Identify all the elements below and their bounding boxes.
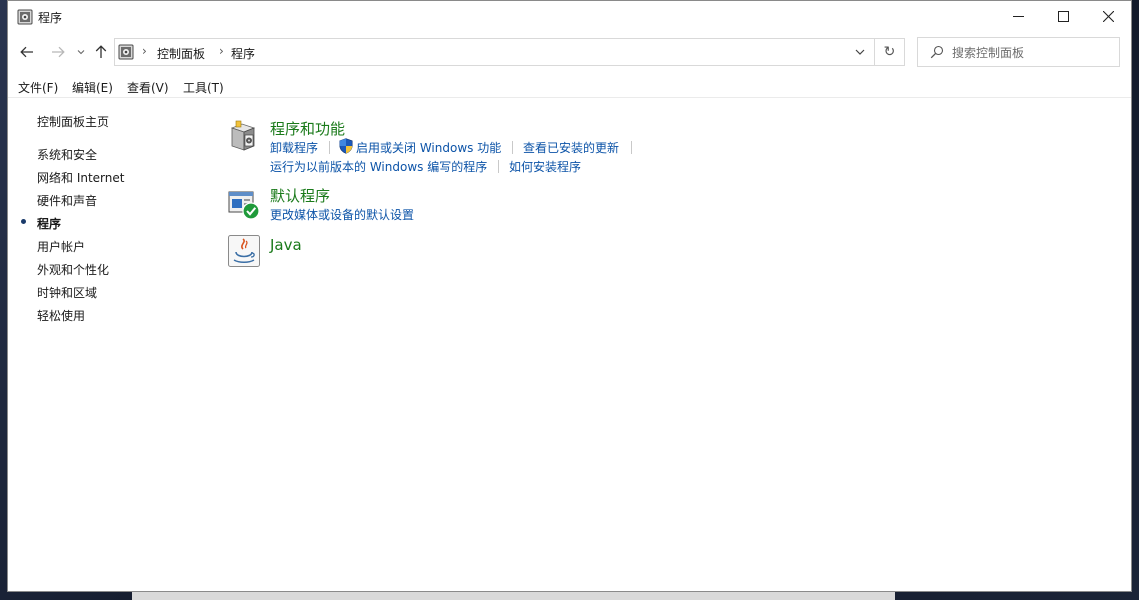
change-media-defaults-link[interactable]: 更改媒体或设备的默认设置 [270, 206, 414, 223]
menu-divider [8, 97, 1131, 98]
turn-windows-features-link[interactable]: 启用或关闭 Windows 功能 [356, 139, 501, 156]
run-older-programs-link[interactable]: 运行为以前版本的 Windows 编写的程序 [270, 158, 487, 175]
chevron-down-icon [855, 49, 865, 55]
category-title-default-programs[interactable]: 默认程序 [270, 185, 330, 206]
uac-shield-icon [339, 138, 353, 154]
sidebar-item-appearance[interactable]: 外观和个性化 [37, 261, 109, 278]
maximize-icon [1057, 11, 1069, 22]
default-programs-icon[interactable] [227, 187, 261, 221]
link-separator [329, 141, 330, 154]
breadcrumb-control-panel[interactable]: 控制面板 [157, 45, 205, 62]
minimize-icon [1012, 16, 1024, 17]
link-separator [498, 160, 499, 173]
menu-file[interactable]: 文件(F) [18, 79, 58, 96]
sidebar-item-user-accounts[interactable]: 用户帐户 [37, 238, 85, 255]
forward-arrow-icon [52, 46, 65, 58]
menu-edit[interactable]: 编辑(E) [72, 79, 113, 96]
minimize-button[interactable] [995, 1, 1041, 32]
menu-view[interactable]: 查看(V) [127, 79, 169, 96]
close-button[interactable] [1085, 1, 1131, 32]
refresh-icon: ↻ [883, 44, 896, 60]
up-button[interactable] [91, 42, 111, 62]
sidebar-item-network-internet[interactable]: 网络和 Internet [37, 169, 124, 186]
uninstall-program-link[interactable]: 卸载程序 [270, 139, 318, 156]
search-box[interactable] [917, 37, 1120, 67]
navigation-row: › 控制面板 › 程序 ↻ [8, 36, 1131, 69]
sidebar-home-link[interactable]: 控制面板主页 [37, 113, 109, 130]
search-input[interactable] [950, 42, 1114, 64]
view-installed-updates-link[interactable]: 查看已安装的更新 [523, 139, 619, 156]
address-dropdown-button[interactable] [852, 44, 868, 60]
control-panel-icon [17, 9, 33, 25]
recent-locations-button[interactable] [74, 42, 88, 62]
up-arrow-icon [95, 45, 107, 58]
java-icon[interactable] [227, 234, 261, 268]
window-title: 程序 [38, 11, 63, 25]
search-icon [930, 45, 944, 59]
sidebar-item-system-security[interactable]: 系统和安全 [37, 146, 97, 163]
refresh-button[interactable]: ↻ [875, 38, 905, 66]
sidebar-item-hardware-sound[interactable]: 硬件和声音 [37, 192, 97, 209]
control-panel-icon [118, 44, 134, 60]
sidebar-item-programs[interactable]: 程序 [37, 215, 61, 232]
how-to-install-link[interactable]: 如何安装程序 [509, 158, 581, 175]
control-panel-window: 程序 › 控制面板 › 程序 ↻ 搜索控制面板 文件(F) 编辑(E) 查看(V… [7, 0, 1132, 592]
category-title-programs-features[interactable]: 程序和功能 [270, 118, 345, 139]
category-title-java[interactable]: Java [270, 236, 302, 254]
background-window-strip [132, 592, 895, 600]
breadcrumb-chevron-icon[interactable]: › [219, 44, 224, 58]
current-item-indicator [21, 219, 26, 224]
breadcrumb-programs[interactable]: 程序 [231, 45, 255, 62]
forward-button[interactable] [48, 42, 68, 62]
back-arrow-icon [20, 46, 33, 58]
title-bar[interactable]: 程序 [8, 1, 1131, 32]
programs-features-icon[interactable] [227, 119, 261, 153]
maximize-button[interactable] [1040, 1, 1086, 32]
link-separator [631, 141, 632, 154]
breadcrumb-chevron-icon[interactable]: › [142, 44, 147, 58]
chevron-down-icon [77, 50, 85, 55]
back-button[interactable] [17, 42, 37, 62]
sidebar-item-clock-region[interactable]: 时钟和区域 [37, 284, 97, 301]
sidebar-item-ease-of-access[interactable]: 轻松使用 [37, 307, 85, 324]
menu-tools[interactable]: 工具(T) [183, 79, 224, 96]
close-icon [1102, 11, 1114, 22]
menu-bar: 文件(F) 编辑(E) 查看(V) 工具(T) [8, 75, 1131, 97]
link-separator [512, 141, 513, 154]
address-bar[interactable]: › 控制面板 › 程序 [114, 38, 875, 66]
